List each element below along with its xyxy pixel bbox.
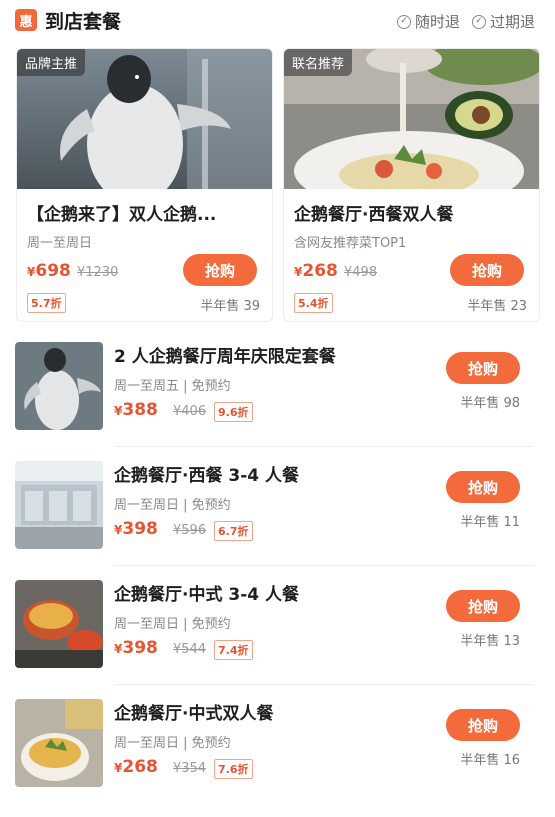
deal-availability: 周一至周日 | 免预约 — [114, 498, 231, 513]
deal-price: ¥268 — [294, 261, 338, 281]
original-price: ¥406 — [173, 404, 207, 419]
buy-button[interactable]: 抢购 — [446, 352, 520, 384]
price-value: 698 — [35, 261, 71, 281]
discount-badge: 5.4折 — [294, 293, 333, 313]
deal-title[interactable]: 企鹅餐厅·西餐 3-4 人餐 — [114, 461, 299, 486]
deal-row-anniversary[interactable]: 2 人企鹅餐厅周年庆限定套餐 周一至周五 | 免预约 ¥388 ¥406 9.6… — [0, 342, 555, 460]
sold-count: 半年售 23 — [467, 299, 527, 314]
deal-price: ¥698 — [27, 261, 71, 281]
deal-price: ¥268 — [114, 757, 158, 777]
deal-price: ¥388 — [114, 400, 158, 420]
discount-badge-icon: 惠 — [15, 9, 37, 31]
sold-count: 半年售 39 — [200, 299, 260, 314]
row-divider — [114, 446, 534, 447]
buy-button[interactable]: 抢购 — [446, 590, 520, 622]
original-price: ¥544 — [173, 642, 207, 657]
refund-expired-label: 过期退 — [490, 13, 536, 31]
deal-row-chinese-couple[interactable]: 企鹅餐厅·中式双人餐 周一至周日 | 免预约 ¥268 ¥354 7.6折 抢购… — [0, 699, 555, 817]
sold-count: 半年售 13 — [460, 634, 520, 649]
original-price: ¥1230 — [77, 265, 119, 280]
deal-title[interactable]: 【企鹅来了】双人企鹅... — [27, 200, 267, 225]
row-divider — [114, 565, 534, 566]
deal-image-salad: 联名推荐 — [284, 49, 539, 189]
deal-availability: 周一至周日 | 免预约 — [114, 736, 231, 751]
section-header: 惠 到店套餐 ✓ 随时退 ✓ 过期退 — [0, 0, 555, 44]
deal-thumbnail-penguin — [15, 342, 103, 430]
price-value: 398 — [122, 519, 158, 539]
check-circle-icon: ✓ — [472, 14, 486, 29]
refund-anytime-flag: ✓ 随时退 — [397, 11, 460, 32]
deal-row-western-group[interactable]: 企鹅餐厅·西餐 3-4 人餐 周一至周日 | 免预约 ¥398 ¥596 6.7… — [0, 461, 555, 579]
price-value: 268 — [122, 757, 158, 777]
discount-badge: 5.7折 — [27, 293, 66, 313]
original-price: ¥498 — [344, 265, 378, 280]
price-value: 268 — [302, 261, 338, 281]
deal-title[interactable]: 企鹅餐厅·西餐双人餐 — [294, 200, 534, 225]
buy-button[interactable]: 抢购 — [446, 709, 520, 741]
original-price: ¥354 — [173, 761, 207, 776]
deal-thumbnail-soup — [15, 699, 103, 787]
deal-price: ¥398 — [114, 519, 158, 539]
deal-thumbnail-restaurant — [15, 461, 103, 549]
price-value: 398 — [122, 638, 158, 658]
sold-count: 半年售 16 — [460, 753, 520, 768]
deal-title[interactable]: 企鹅餐厅·中式 3-4 人餐 — [114, 580, 299, 605]
price-value: 388 — [122, 400, 158, 420]
buy-button[interactable]: 抢购 — [183, 254, 257, 286]
row-divider — [114, 684, 534, 685]
deal-title[interactable]: 2 人企鹅餐厅周年庆限定套餐 — [114, 342, 336, 367]
buy-button[interactable]: 抢购 — [446, 471, 520, 503]
deal-card-penguin-couple[interactable]: 品牌主推 【企鹅来了】双人企鹅... 周一至周日 ¥698 ¥1230 5.7折… — [16, 48, 273, 322]
deal-availability: 周一至周日 | 免预约 — [114, 617, 231, 632]
section-title: 到店套餐 — [45, 11, 122, 33]
deal-thumbnail-hotpot — [15, 580, 103, 668]
deal-availability: 含网友推荐菜TOP1 — [294, 236, 407, 251]
deal-availability: 周一至周日 — [27, 236, 93, 251]
refund-expired-flag: ✓ 过期退 — [472, 11, 535, 32]
discount-badge: 6.7折 — [214, 521, 253, 541]
deal-price: ¥398 — [114, 638, 158, 658]
discount-badge: 7.6折 — [214, 759, 253, 779]
deal-image-penguin: 品牌主推 — [17, 49, 272, 189]
discount-badge: 7.4折 — [214, 640, 253, 660]
deal-row-chinese-group[interactable]: 企鹅餐厅·中式 3-4 人餐 周一至周日 | 免预约 ¥398 ¥544 7.4… — [0, 580, 555, 698]
original-price: ¥596 — [173, 523, 207, 538]
check-circle-icon: ✓ — [397, 14, 411, 29]
deal-card-western-couple[interactable]: 联名推荐 企鹅餐厅·西餐双人餐 含网友推荐菜TOP1 ¥268 ¥498 5.4… — [283, 48, 540, 322]
refund-anytime-label: 随时退 — [415, 13, 461, 31]
discount-badge: 9.6折 — [214, 402, 253, 422]
buy-button[interactable]: 抢购 — [450, 254, 524, 286]
sold-count: 半年售 98 — [460, 396, 520, 411]
co-brand-recommend-tag: 联名推荐 — [284, 49, 353, 76]
sold-count: 半年售 11 — [460, 515, 520, 530]
deal-availability: 周一至周五 | 免预约 — [114, 379, 231, 394]
brand-recommend-tag: 品牌主推 — [17, 49, 86, 76]
deal-title[interactable]: 企鹅餐厅·中式双人餐 — [114, 699, 273, 724]
